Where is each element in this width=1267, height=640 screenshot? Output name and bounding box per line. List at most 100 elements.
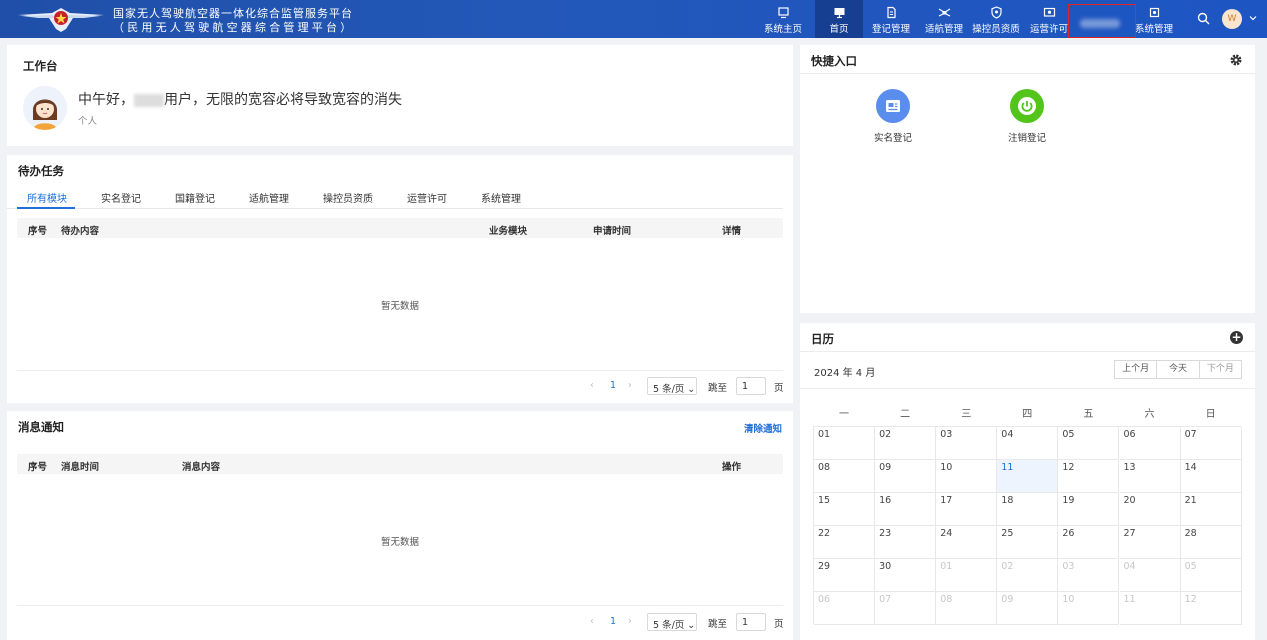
calendar-day-cell[interactable]: 23 [875, 526, 937, 559]
calendar-day-cell[interactable]: 07 [875, 592, 937, 625]
calendar-day-cell[interactable]: 16 [875, 493, 937, 526]
certificate-icon [1043, 7, 1055, 17]
goto-page-input[interactable]: 1 [736, 377, 766, 395]
calendar-day-cell[interactable]: 01 [936, 559, 998, 592]
nav-system-home[interactable]: 系统主页 [759, 0, 807, 38]
clear-notifications-link[interactable]: 清除通知 [744, 421, 782, 435]
tab-nationality-registration[interactable]: 国籍登记 [175, 190, 215, 205]
active-tab-underline [17, 207, 75, 209]
calendar-day-cell[interactable]: 07 [1180, 427, 1242, 460]
col-index: 序号 [28, 462, 48, 473]
calendar-day-cell[interactable]: 09 [875, 460, 937, 493]
messages-empty-text: 暂无数据 [381, 537, 420, 548]
nav-operation-license[interactable]: 运营许可 [1025, 0, 1073, 38]
power-icon [1010, 89, 1044, 123]
calendar-day-cell[interactable]: 15 [814, 493, 876, 526]
calendar-day-cell[interactable]: 10 [1058, 592, 1120, 625]
calendar-day-cell[interactable]: 22 [814, 526, 876, 559]
nav-airworthiness[interactable]: 适航管理 [920, 0, 968, 38]
calendar-day-cell[interactable]: 28 [1180, 526, 1242, 559]
page-size-select[interactable]: 5 条/页 ⌄ [647, 613, 697, 631]
calendar-day-cell[interactable]: 12 [1180, 592, 1242, 625]
calendar-day-cell[interactable]: 01 [814, 427, 876, 460]
calendar-day-cell[interactable]: 02 [875, 427, 937, 460]
nav-label: 系统主页 [763, 24, 802, 35]
prev-month-button[interactable]: 上个月 [1115, 361, 1158, 378]
calendar-day-cell[interactable]: 09 [997, 592, 1059, 625]
calendar-day-cell[interactable]: 21 [1180, 493, 1242, 526]
calendar-day-cell[interactable]: 20 [1119, 493, 1181, 526]
calendar-day-cell[interactable]: 17 [936, 493, 998, 526]
calendar-day-cell[interactable]: 05 [1058, 427, 1120, 460]
calendar-day-cell[interactable]: 29 [814, 559, 876, 592]
calendar-month-label: 2024 年 4 月 [814, 368, 876, 379]
goto-label: 跳至 [708, 383, 728, 394]
prev-page-icon[interactable]: ‹ [590, 380, 594, 391]
nav-home[interactable]: 首页 [815, 0, 863, 38]
calendar-day-cell[interactable]: 03 [1058, 559, 1120, 592]
calendar-nav-buttons: 上个月 今天 下个月 [1114, 360, 1242, 379]
weekday-label: 五 [1083, 409, 1094, 420]
nav-operator-qualification[interactable]: 操控员资质 [972, 0, 1020, 38]
todo-empty-text: 暂无数据 [381, 301, 420, 312]
nav-system-management[interactable]: 系统管理 [1130, 0, 1178, 38]
quick-entry-card: 快捷入口 [800, 45, 1255, 313]
calendar-day-cell[interactable]: 03 [936, 427, 998, 460]
page-number[interactable]: 1 [610, 380, 616, 391]
add-event-icon[interactable]: + [1230, 331, 1243, 344]
calendar-day-cell[interactable]: 08 [936, 592, 998, 625]
calendar-day-cell[interactable]: 04 [1119, 559, 1181, 592]
calendar-day-cell[interactable]: 25 [997, 526, 1059, 559]
page-size-value: 5 条/页 [653, 384, 685, 395]
tab-operator-qualification[interactable]: 操控员资质 [323, 190, 373, 205]
calendar-day-cell[interactable]: 19 [1058, 493, 1120, 526]
calendar-day-cell[interactable]: 12 [1058, 460, 1120, 493]
tab-operation-license[interactable]: 运营许可 [407, 190, 447, 205]
calendar-day-cell[interactable]: 10 [936, 460, 998, 493]
today-button[interactable]: 今天 [1157, 361, 1200, 378]
calendar-day-cell[interactable]: 27 [1119, 526, 1181, 559]
prev-page-icon[interactable]: ‹ [590, 616, 594, 627]
col-message-content: 消息内容 [182, 462, 221, 473]
tab-airworthiness[interactable]: 适航管理 [249, 190, 289, 205]
shield-icon [990, 6, 1002, 19]
col-details: 详情 [722, 226, 742, 237]
calendar-day-cell[interactable]: 24 [936, 526, 998, 559]
user-avatar[interactable]: W [1222, 9, 1242, 29]
page-number[interactable]: 1 [610, 616, 616, 627]
search-icon[interactable] [1197, 12, 1210, 25]
caac-logo-icon [18, 8, 104, 32]
calendar-day-cell[interactable]: 06 [814, 592, 876, 625]
tab-system-management[interactable]: 系统管理 [481, 190, 521, 205]
calendar-day-cell[interactable]: 11 [1119, 592, 1181, 625]
goto-page-input[interactable]: 1 [736, 613, 766, 631]
calendar-day-cell[interactable]: 11 [997, 460, 1059, 493]
tab-realname-registration[interactable]: 实名登记 [101, 190, 141, 205]
redacted-username [134, 93, 164, 107]
page-size-value: 5 条/页 [653, 620, 685, 631]
quick-deregistration[interactable]: 注销登记 [982, 89, 1072, 144]
quick-realname-registration[interactable]: 实名登记 [848, 89, 938, 144]
todo-title: 待办任务 [18, 164, 64, 178]
messages-divider [17, 605, 783, 606]
calendar-day-cell[interactable]: 30 [875, 559, 937, 592]
calendar-day-cell[interactable]: 26 [1058, 526, 1120, 559]
calendar-day-cell[interactable]: 14 [1180, 460, 1242, 493]
chevron-down-icon[interactable] [1249, 14, 1257, 22]
calendar-day-cell[interactable]: 05 [1180, 559, 1242, 592]
tab-all-modules[interactable]: 所有模块 [27, 190, 67, 205]
calendar-day-cell[interactable]: 04 [997, 427, 1059, 460]
calendar-day-cell[interactable]: 08 [814, 460, 876, 493]
next-month-button[interactable]: 下个月 [1200, 361, 1241, 378]
gear-icon[interactable] [1229, 53, 1243, 67]
next-page-icon[interactable]: › [628, 380, 632, 391]
nav-registration[interactable]: 登记管理 [867, 0, 915, 38]
next-page-icon[interactable]: › [628, 616, 632, 627]
calendar-day-cell[interactable]: 06 [1119, 427, 1181, 460]
calendar-day-cell[interactable]: 18 [997, 493, 1059, 526]
todo-pagination: ‹ 1 › 5 条/页 ⌄ 跳至 1 页 [590, 377, 790, 395]
quick-label: 实名登记 [873, 133, 912, 144]
calendar-day-cell[interactable]: 02 [997, 559, 1059, 592]
page-size-select[interactable]: 5 条/页 ⌄ [647, 377, 697, 395]
calendar-day-cell[interactable]: 13 [1119, 460, 1181, 493]
